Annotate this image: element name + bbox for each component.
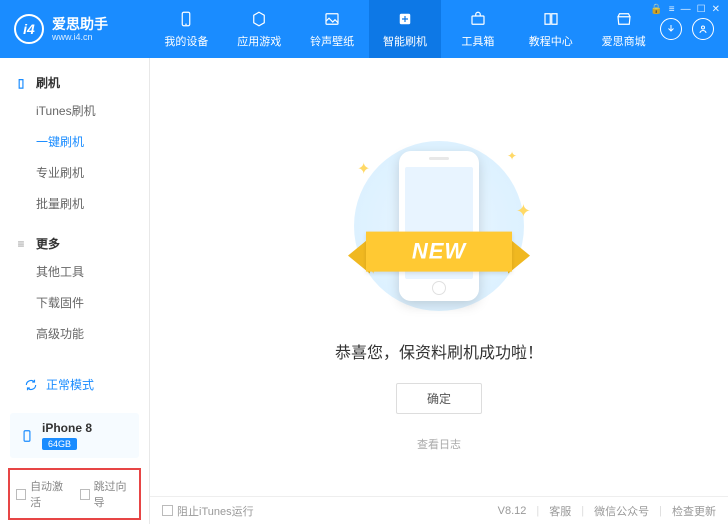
device-info[interactable]: iPhone 8 64GB	[10, 413, 139, 458]
sidebar-item-download-firmware[interactable]: 下载固件	[0, 287, 149, 318]
success-illustration: ✦ ✦ ✦ ✦ NEW	[299, 131, 579, 321]
sparkle-icon: ✦	[516, 201, 531, 222]
refresh-icon	[24, 378, 38, 392]
lock-icon[interactable]: 🔒	[650, 4, 662, 15]
brand-site: www.i4.cn	[52, 33, 108, 42]
auto-activate-checkbox[interactable]: 自动激活	[16, 478, 70, 510]
nav-label: 应用游戏	[237, 33, 281, 49]
nav-my-device[interactable]: 我的设备	[150, 0, 223, 58]
storage-badge: 64GB	[42, 438, 77, 450]
checkbox-label: 阻止iTunes运行	[177, 503, 254, 519]
top-nav: 我的设备 应用游戏 铃声壁纸 智能刷机 工具箱 教程中心 爱思商城	[150, 0, 660, 58]
apps-icon	[249, 9, 269, 29]
checkbox-icon	[162, 505, 173, 516]
logo-icon: i4	[14, 14, 44, 44]
sidebar-item-oneclick-flash[interactable]: 一键刷机	[0, 126, 149, 157]
main-content: ✦ ✦ ✦ ✦ NEW 恭喜您，保资料刷机成功啦！ 确定 查看日志 阻止iTun…	[150, 58, 728, 524]
section-title: 更多	[36, 235, 60, 252]
mode-label: 正常模式	[46, 376, 94, 393]
store-icon	[614, 9, 634, 29]
nav-label: 智能刷机	[383, 33, 427, 49]
book-icon	[541, 9, 561, 29]
wechat-link[interactable]: 微信公众号	[594, 503, 649, 519]
maximize-icon[interactable]: ☐	[697, 4, 706, 15]
ribbon-text: NEW	[366, 232, 512, 272]
view-log-link[interactable]: 查看日志	[417, 436, 461, 452]
ok-button[interactable]: 确定	[396, 383, 482, 414]
device-mode[interactable]: 正常模式	[10, 368, 139, 401]
section-title: 刷机	[36, 74, 60, 91]
more-icon: ≡	[14, 237, 28, 251]
brand-name: 爱思助手	[52, 17, 108, 31]
app-header: i4 爱思助手 www.i4.cn 我的设备 应用游戏 铃声壁纸 智能刷机 工具…	[0, 0, 728, 58]
phone-outline-icon: ▯	[14, 76, 28, 90]
user-button[interactable]	[692, 18, 714, 40]
sidebar-section-more: ≡ 更多	[0, 231, 149, 256]
window-controls: 🔒 ≡ — ☐ ✕	[642, 0, 728, 19]
nav-label: 我的设备	[164, 33, 208, 49]
block-itunes-checkbox[interactable]: 阻止iTunes运行	[162, 503, 254, 519]
service-link[interactable]: 客服	[549, 503, 571, 519]
close-icon[interactable]: ✕	[712, 4, 720, 15]
sidebar-item-batch-flash[interactable]: 批量刷机	[0, 188, 149, 219]
checkbox-icon	[80, 489, 90, 500]
device-name: iPhone 8	[42, 421, 92, 435]
menu-icon[interactable]: ≡	[669, 4, 675, 15]
minimize-icon[interactable]: —	[681, 4, 691, 15]
sidebar-options-highlight: 自动激活 跳过向导	[8, 468, 141, 520]
checkbox-label: 跳过向导	[94, 478, 133, 510]
status-bar: 阻止iTunes运行 V8.12 | 客服 | 微信公众号 | 检查更新	[150, 496, 728, 524]
wallpaper-icon	[322, 9, 342, 29]
checkbox-icon	[16, 489, 26, 500]
nav-apps-games[interactable]: 应用游戏	[223, 0, 296, 58]
sidebar-item-pro-flash[interactable]: 专业刷机	[0, 157, 149, 188]
skip-guide-checkbox[interactable]: 跳过向导	[80, 478, 134, 510]
sparkle-icon: ✦	[357, 159, 370, 179]
sidebar-item-itunes-flash[interactable]: iTunes刷机	[0, 95, 149, 126]
version-label: V8.12	[498, 505, 527, 517]
flash-icon	[395, 9, 415, 29]
sidebar-item-other-tools[interactable]: 其他工具	[0, 256, 149, 287]
device-icon	[20, 429, 34, 443]
nav-label: 铃声壁纸	[310, 33, 354, 49]
new-ribbon: NEW	[344, 224, 534, 278]
nav-tutorials[interactable]: 教程中心	[514, 0, 587, 58]
phone-icon	[176, 9, 196, 29]
nav-label: 工具箱	[461, 33, 494, 49]
nav-smart-flash[interactable]: 智能刷机	[369, 0, 442, 58]
nav-toolbox[interactable]: 工具箱	[441, 0, 514, 58]
nav-label: 教程中心	[529, 33, 573, 49]
success-message: 恭喜您，保资料刷机成功啦！	[335, 339, 543, 363]
download-button[interactable]	[660, 18, 682, 40]
check-update-link[interactable]: 检查更新	[672, 503, 716, 519]
nav-label: 爱思商城	[602, 33, 646, 49]
sidebar-section-flash: ▯ 刷机	[0, 70, 149, 95]
sparkle-icon: ✦	[507, 149, 517, 163]
sidebar-item-advanced[interactable]: 高级功能	[0, 318, 149, 349]
nav-ringtones[interactable]: 铃声壁纸	[296, 0, 369, 58]
sidebar: ▯ 刷机 iTunes刷机 一键刷机 专业刷机 批量刷机 ≡ 更多 其他工具 下…	[0, 58, 150, 524]
toolbox-icon	[468, 9, 488, 29]
checkbox-label: 自动激活	[30, 478, 69, 510]
brand-logo: i4 爱思助手 www.i4.cn	[0, 0, 150, 58]
